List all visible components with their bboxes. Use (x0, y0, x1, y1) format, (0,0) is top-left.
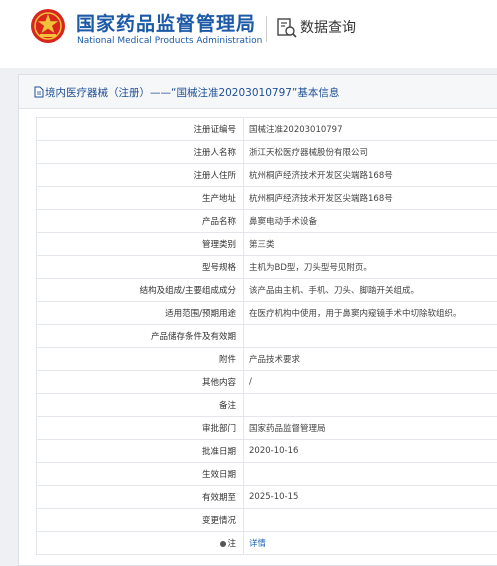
table-row: 审批部门 国家药品监督管理局 (36, 416, 497, 440)
field-label-text: 注册人住所 (193, 171, 236, 181)
field-label: 注册证编号 (36, 117, 244, 141)
detail-panel: 境内医疗器械（注册）——“国械注准20203010797”基本信息 注册证编号国… (18, 74, 497, 566)
field-value (243, 508, 497, 532)
field-label: 备注 (36, 393, 244, 417)
panel-title: 境内医疗器械（注册）——“国械注准20203010797”基本信息 (45, 87, 340, 99)
site-header: 国家药品监督管理局 National Medical Products Admi… (0, 0, 497, 62)
table-row: 产品储存条件及有效期 (36, 324, 497, 348)
field-label: 结构及组成/主要组成成分 (36, 278, 244, 302)
data-query-link[interactable]: 数据查询 (300, 17, 356, 37)
emblem-icon (31, 9, 65, 43)
field-label-text: 生产地址 (201, 194, 236, 204)
field-value: 主机为BD型，刀头型号见附页。 (243, 255, 497, 279)
field-label-text: 变更情况 (201, 516, 236, 526)
field-label-text: 产品名称 (201, 217, 236, 227)
field-label-text: 有效期至 (201, 493, 236, 503)
table-row: 生产地址 杭州桐庐经济技术开发区尖端路168号 (36, 186, 497, 210)
table-row: 型号规格 主机为BD型，刀头型号见附页。 (36, 255, 497, 279)
table-row: 结构及组成/主要组成成分 该产品由主机、手机、刀头、脚踏开关组成。 (36, 278, 497, 302)
field-label: 其他内容 (36, 370, 244, 394)
info-table: 注册证编号 国械注准20203010797 注册人名称 浙江天松医疗器械股份有限公司注… (36, 117, 497, 555)
details-link[interactable]: 详情 (243, 531, 497, 555)
table-row: 其他内容 / (36, 370, 497, 394)
field-label-text: 注册人名称 (193, 148, 236, 158)
field-value (243, 462, 497, 486)
field-value: 鼻窦电动手术设备 (243, 209, 497, 233)
header-divider (266, 16, 267, 42)
field-value (243, 324, 497, 348)
field-value: 浙江天松医疗器械股份有限公司 (243, 140, 497, 164)
field-value: 国家药品监督管理局 (243, 416, 497, 440)
data-search-icon (277, 18, 297, 38)
field-label-text: 附件 (218, 355, 236, 365)
field-label: 注 (36, 531, 244, 555)
field-label: 管理类别 (36, 232, 244, 256)
org-name-en: National Medical Products Administration (77, 36, 263, 46)
table-row: 备注 (36, 393, 497, 417)
field-value: 国械注准20203010797 (243, 117, 497, 141)
table-row: 附件 产品技术要求 (36, 347, 497, 371)
table-row: 批准日期 2020-10-16 (36, 439, 497, 463)
field-label: 产品名称 (36, 209, 244, 233)
field-label-text: 备注 (218, 401, 236, 411)
field-label-text: 生效日期 (201, 470, 236, 480)
field-label-text: 管理类别 (201, 240, 236, 250)
field-label: 有效期至 (36, 485, 244, 509)
field-value: 第三类 (243, 232, 497, 256)
table-row: 注册人名称 浙江天松医疗器械股份有限公司 (36, 140, 497, 164)
field-value: 2025-10-15 (243, 485, 497, 509)
table-row: 变更情况 (36, 508, 497, 532)
table-row: 适用范围/预期用途 在医疗机构中使用，用于鼻窦内窥镜手术中切除软组织。 (36, 301, 497, 325)
field-label-text: 注册证编号 (193, 125, 236, 135)
field-label-text: 审批部门 (201, 424, 236, 434)
table-row: 产品名称 鼻窦电动手术设备 (36, 209, 497, 233)
field-label-text: 结构及组成/主要组成成分 (139, 286, 236, 296)
field-label: 生效日期 (36, 462, 244, 486)
table-row: 注册人住所 杭州桐庐经济技术开发区尖端路168号 (36, 163, 497, 187)
table-row: 生效日期 (36, 462, 497, 486)
field-label-text: 其他内容 (201, 378, 236, 388)
field-value: 在医疗机构中使用，用于鼻窦内窥镜手术中切除软组织。 (243, 301, 497, 325)
table-row: 注册证编号 国械注准20203010797 (36, 117, 497, 141)
field-label: 产品储存条件及有效期 (36, 324, 244, 348)
field-label-text: 产品储存条件及有效期 (150, 332, 236, 342)
field-label: 注册人住所 (36, 163, 244, 187)
field-label: 附件 (36, 347, 244, 371)
panel-header: 境内医疗器械（注册）——“国械注准20203010797”基本信息 (19, 75, 497, 109)
field-label: 审批部门 (36, 416, 244, 440)
field-label: 适用范围/预期用途 (36, 301, 244, 325)
org-name-cn: 国家药品监督管理局 (76, 13, 257, 35)
table-row: 注详情 (36, 531, 497, 555)
field-value: 2020-10-16 (243, 439, 497, 463)
table-row: 有效期至 2025-10-15 (36, 485, 497, 509)
table-row: 管理类别 第三类 (36, 232, 497, 256)
field-label-text: 批准日期 (201, 447, 236, 457)
field-label-text: 注 (227, 539, 236, 549)
field-label-text: 型号规格 (201, 263, 236, 273)
note-bullet-icon (220, 540, 227, 547)
field-value: 产品技术要求 (243, 347, 497, 371)
field-label: 注册人名称 (36, 140, 244, 164)
field-label: 批准日期 (36, 439, 244, 463)
field-label: 型号规格 (36, 255, 244, 279)
field-value (243, 393, 497, 417)
field-value: 该产品由主机、手机、刀头、脚踏开关组成。 (243, 278, 497, 302)
document-icon (34, 86, 44, 98)
field-label: 生产地址 (36, 186, 244, 210)
field-label-text: 适用范围/预期用途 (165, 309, 236, 319)
field-value: / (243, 370, 497, 394)
field-value: 杭州桐庐经济技术开发区尖端路168号 (243, 186, 497, 210)
field-value: 杭州桐庐经济技术开发区尖端路168号 (243, 163, 497, 187)
field-label: 变更情况 (36, 508, 244, 532)
